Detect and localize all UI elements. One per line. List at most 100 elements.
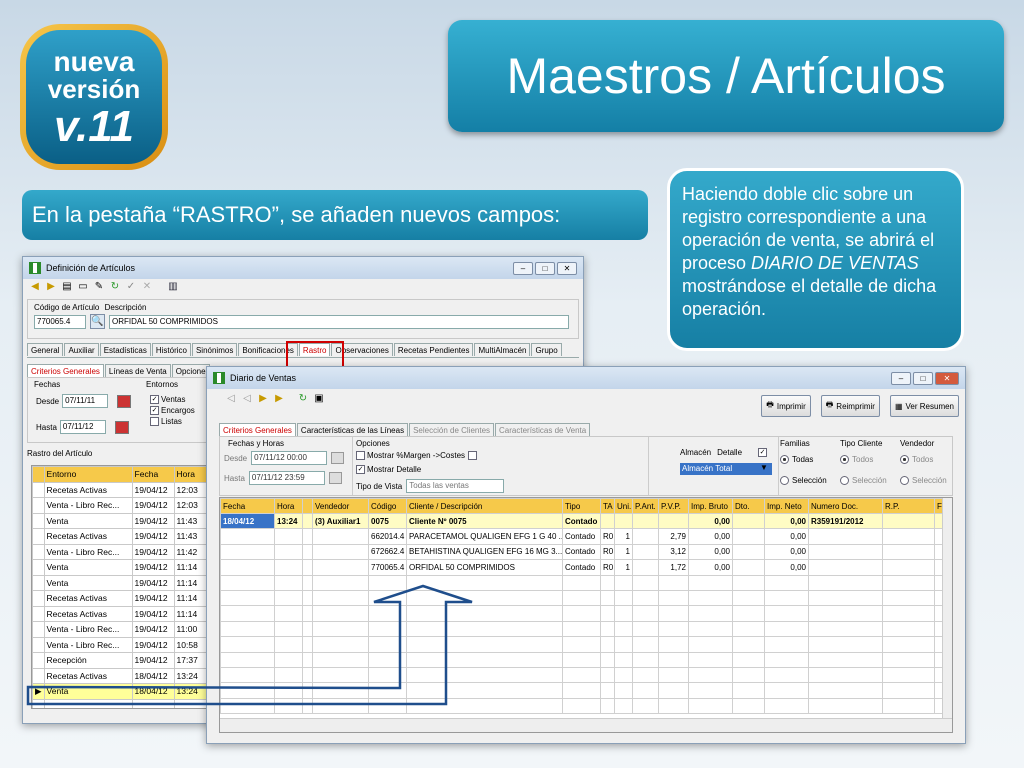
vendedor-todos[interactable]: Todos [900,449,947,470]
tab-caracteristicas-lineas[interactable]: Características de las Líneas [296,423,409,436]
entorno-listas[interactable]: Listas [150,416,195,427]
articulos-titlebar[interactable]: Definición de Artículos – □ ✕ [23,257,583,279]
tab-general[interactable]: General [27,343,64,356]
almacen-select[interactable]: Almacén Total [680,463,772,475]
grid-column-header[interactable]: TA [600,498,615,514]
cancel-icon[interactable]: ✕ [141,281,153,293]
grid-column-header[interactable]: Dto. [732,498,765,514]
grid-column-header[interactable]: P.Ant. [632,498,659,514]
imprimir-button[interactable]: 🖶 Imprimir [761,395,811,417]
codigo-field[interactable]: 770065.4 [34,314,86,329]
tab-estadisticas[interactable]: Estadísticas [99,343,151,356]
grid-column-header[interactable]: Fecha [220,498,275,514]
checkbox[interactable] [150,417,159,427]
tab-recetas-pendientes[interactable]: Recetas Pendientes [393,343,474,356]
barcode-icon[interactable]: ▥ [167,281,179,293]
open-folder-icon[interactable]: ▭ [77,281,89,293]
checkbox[interactable]: ✓ [356,465,365,475]
rastro-col-hora[interactable]: Hora [173,466,210,483]
hasta-field[interactable]: 07/11/12 [59,420,106,434]
grid-column-header[interactable]: Imp. Bruto [688,498,733,514]
grid-row[interactable]: 662014.4 PARACETAMOL QUALIGEN EFG 1 G 40 … [220,528,943,545]
mostrar-margen-option[interactable]: Mostrar %Margen ->Costes [356,451,479,461]
entorno-encargos[interactable]: ✓ Encargos [150,405,195,416]
calendar-icon[interactable] [331,452,345,464]
grid-column-header[interactable]: Vendedor [312,498,369,514]
table-row[interactable]: Recetas Activas 19/04/12 11:43 [32,528,210,545]
last-arrow-icon[interactable]: ▶ [273,393,285,405]
radio[interactable] [900,455,909,465]
tipo-cliente-todos[interactable]: Todos [840,449,887,470]
forward-arrow-icon[interactable]: ▶ [257,393,269,405]
tab-caracteristicas-venta[interactable]: Características de Venta [495,423,591,436]
familias-todas[interactable]: Todas [780,449,827,470]
search-icon[interactable]: 🔍 [90,314,105,329]
grid-column-header[interactable]: P.V.P. [658,498,689,514]
grid-row[interactable]: 770065.4 ORFIDAL 50 COMPRIMIDOS Contado R0 1… [220,559,943,576]
minimize-button[interactable]: – [513,261,533,275]
tipo-vista-select[interactable]: Todas las ventas [406,479,505,493]
horizontal-scrollbar[interactable] [220,718,952,732]
vertical-scrollbar[interactable] [942,498,952,718]
subtab-criterios[interactable]: Criterios Generales [27,364,104,377]
maximize-button[interactable]: □ [913,371,933,385]
close-button[interactable]: ✕ [935,371,959,385]
checkbox[interactable]: ✓ [150,406,159,416]
tab-criterios-generales[interactable]: Criterios Generales [219,423,296,436]
edit-icon[interactable]: ✎ [93,281,105,293]
reimprimir-button[interactable]: 🖶 Reimprimir [820,395,880,417]
grid-column-header[interactable]: Cliente / Descripción [406,498,563,514]
table-row[interactable]: Venta 19/04/12 11:43 [32,512,210,529]
rastro-col-fecha[interactable]: Fecha [131,466,175,483]
detalle-checkbox[interactable]: ✓ [758,448,768,457]
descripcion-field[interactable]: ORFIDAL 50 COMPRIMIDOS [109,314,569,329]
tab-multialmacen[interactable]: MultiAlmacén [474,343,531,356]
ver-resumen-button[interactable]: ▦ Ver Resumen [889,395,959,417]
table-row[interactable]: Recetas Activas 19/04/12 12:03 [32,481,210,498]
calendar-icon[interactable] [328,472,342,484]
grid-column-header[interactable]: Código [368,498,407,514]
back-arrow-icon[interactable]: ◁ [241,393,253,405]
checkbox[interactable] [356,451,365,461]
maximize-button[interactable]: □ [535,261,555,275]
radio[interactable] [900,476,909,486]
subtab-lineas-venta[interactable]: Líneas de Venta [104,364,171,377]
checkbox[interactable]: ✓ [150,395,159,405]
table-row[interactable]: Venta - Libro Rec... 19/04/12 12:03 [32,497,210,514]
minimize-button[interactable]: – [891,371,911,385]
table-row[interactable]: Venta - Libro Rec... 19/04/12 11:42 [32,543,210,560]
desde-datetime-field[interactable]: 07/11/12 00:00 [251,451,328,465]
tab-grupo[interactable]: Grupo [531,343,562,356]
new-doc-icon[interactable]: ▤ [61,281,73,293]
calendar-icon[interactable] [117,394,132,408]
grid-column-header[interactable]: Tipo [562,498,601,514]
diario-titlebar[interactable]: Diario de Ventas – □ ✕ [207,367,965,389]
back-arrow-icon[interactable]: ◀ [29,281,41,293]
radio[interactable] [840,455,849,465]
grid-column-header[interactable] [302,498,313,514]
subtab-opciones[interactable]: Opcione [171,364,210,377]
tab-sinonimos[interactable]: Sinónimos [191,343,238,356]
calendar-icon[interactable] [114,420,129,434]
check-icon[interactable]: ✓ [125,281,137,293]
vendedor-seleccion[interactable]: Selección [900,470,947,491]
forward-arrow-icon[interactable]: ▶ [45,281,57,293]
grid-row[interactable]: 18/04/12 13:24 (3) Auxiliar1 0075 Cliente Nº… [220,512,943,530]
tab-auxiliar[interactable]: Auxiliar [64,343,99,356]
radio[interactable] [780,455,789,465]
mostrar-detalle-option[interactable]: ✓ Mostrar Detalle [356,465,421,475]
refresh-icon[interactable]: ↻ [109,281,121,293]
hasta-datetime-field[interactable]: 07/11/12 23:59 [248,471,325,485]
entorno-ventas[interactable]: ✓ Ventas [150,394,195,405]
rastro-col-entorno[interactable]: Entorno [43,466,133,483]
chevron-down-icon[interactable]: ▼ [760,463,768,472]
grid-column-header[interactable]: Numero Doc. [808,498,883,514]
first-arrow-icon[interactable]: ◁ [225,393,237,405]
grid-column-header[interactable]: Hora [274,498,303,514]
close-button[interactable]: ✕ [557,261,577,275]
radio[interactable] [840,476,849,486]
tab-seleccion-clientes[interactable]: Selección de Clientes [409,423,495,436]
refresh-icon[interactable]: ↻ [297,393,309,405]
tipo-cliente-seleccion[interactable]: Selección [840,470,887,491]
print-preview-icon[interactable]: ▣ [313,393,325,405]
